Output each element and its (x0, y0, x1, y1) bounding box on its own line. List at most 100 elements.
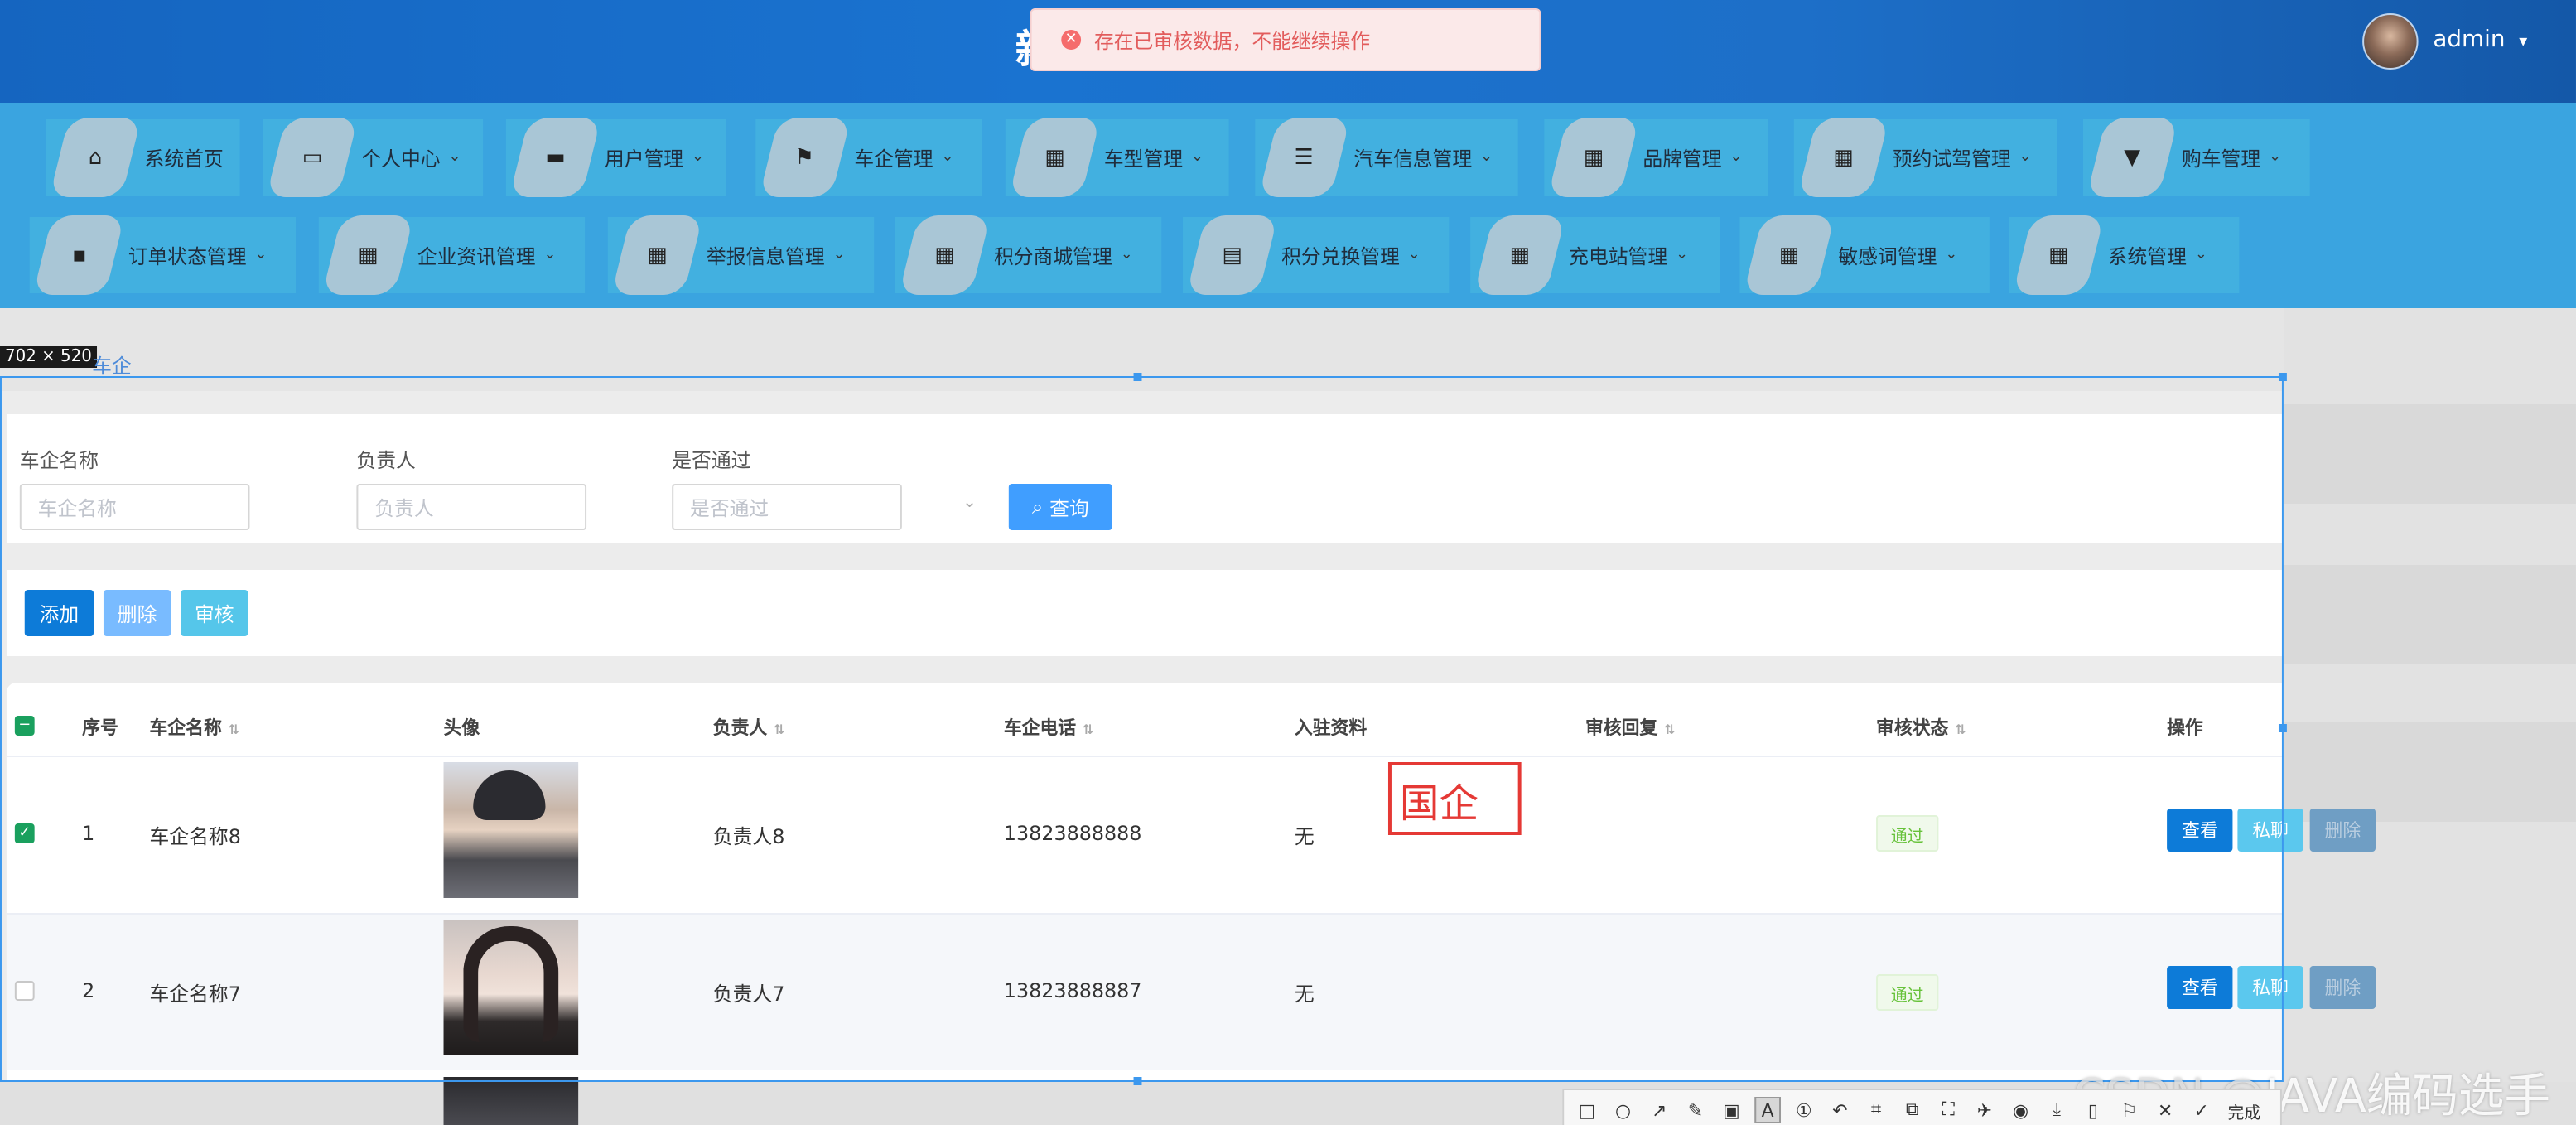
scan-icon[interactable]: ⛶ (1935, 1097, 1961, 1123)
text-tool-icon[interactable]: A (1754, 1097, 1782, 1123)
nav-icon-box: ☰ (1258, 118, 1351, 197)
phone-icon[interactable]: ▯ (2080, 1097, 2106, 1123)
menu-icon: ▦ (1509, 243, 1530, 268)
ocr-icon[interactable]: ⧉ (1899, 1097, 1926, 1123)
error-alert: ✕ 存在已审核数据，不能继续操作 (1030, 8, 1541, 71)
dim-stripe (2283, 565, 2576, 664)
user-menu[interactable]: admin ▾ (2433, 27, 2527, 53)
done-label[interactable]: 完成 (2227, 1098, 2260, 1123)
chevron-down-icon: ⌄ (1407, 247, 1421, 263)
nav-icon-box: ▪ (32, 215, 125, 295)
avatar[interactable] (2362, 13, 2419, 70)
user-name: admin (2433, 27, 2506, 53)
resize-handle[interactable] (2278, 373, 2287, 381)
nav-icon-box: ⚑ (759, 118, 851, 197)
menu-icon: ▦ (647, 243, 668, 268)
nav-item-label: 车型管理 (1103, 147, 1184, 170)
nav-item-row1-1[interactable]: ▭ 个人中心 ⌄ (263, 118, 484, 197)
nav-item-row2-7[interactable]: ▦ 系统管理 ⌄ (2009, 215, 2240, 295)
nav-item-label: 预约试驾管理 (1892, 147, 2011, 170)
nav-item-row2-3[interactable]: ▦ 积分商城管理 ⌄ (895, 215, 1162, 295)
crop-icon[interactable]: ⌗ (1863, 1097, 1889, 1123)
pin-icon[interactable]: ✈ (1971, 1097, 1998, 1123)
dim-stripe (2283, 404, 2576, 504)
nav-item-label: 购车管理 (2181, 147, 2261, 170)
resize-handle[interactable] (1133, 373, 1142, 381)
nav-icon-box: ▦ (1547, 118, 1640, 197)
text-annotation[interactable]: 国企 (1387, 762, 1522, 835)
nav-item-label: 品牌管理 (1643, 147, 1722, 170)
bookmark-icon[interactable]: ⚐ (2116, 1097, 2143, 1123)
menu-icon: ▦ (934, 243, 955, 268)
chevron-down-icon: ⌄ (448, 149, 461, 166)
nav-item-label: 充电站管理 (1569, 244, 1668, 268)
menu-icon: ▭ (301, 145, 323, 170)
nav-item-row1-6[interactable]: ▦ 品牌管理 ⌄ (1544, 118, 1768, 197)
nav-icon-box: ▤ (1186, 215, 1279, 295)
nav-item-row2-2[interactable]: ▦ 举报信息管理 ⌄ (607, 215, 875, 295)
nav-item-label: 个人中心 (361, 147, 441, 170)
top-nav-menu: ⌂ 系统首页 ▭ 个人中心 ⌄ ▬ 用户管理 ⌄ ⚑ 车企管理 ⌄ ▦ 车型管理 ⌄ ☰ 汽车信息管理 ⌄ ▦ 品牌… (0, 103, 2576, 308)
rectangle-tool-icon[interactable]: □ (1574, 1097, 1600, 1123)
number-tool-icon[interactable]: ① (1791, 1097, 1817, 1123)
screenshot-selection-frame[interactable] (0, 376, 2284, 1082)
arrow-tool-icon[interactable]: ↗ (1646, 1097, 1672, 1123)
menu-icon: ⌂ (88, 145, 103, 170)
nav-icon-box: ▦ (610, 215, 703, 295)
nav-item-label: 系统首页 (144, 147, 224, 170)
nav-item-row1-0[interactable]: ⌂ 系统首页 (46, 118, 240, 197)
resize-handle[interactable] (2278, 724, 2287, 732)
nav-icon-box: ▼ (2086, 118, 2178, 197)
nav-item-row2-5[interactable]: ▦ 充电站管理 ⌄ (1470, 215, 1720, 295)
mosaic-tool-icon[interactable]: ▣ (1719, 1097, 1745, 1123)
download-icon[interactable]: ⤓ (2043, 1097, 2070, 1123)
nav-item-row1-7[interactable]: ▦ 预约试驾管理 ⌄ (1793, 118, 2057, 197)
avatar-image (443, 1077, 579, 1125)
record-icon[interactable]: ◉ (2008, 1097, 2034, 1123)
row-delete-button[interactable]: 删除 (2309, 966, 2376, 1009)
nav-icon-box: ▦ (321, 215, 414, 295)
nav-item-row1-8[interactable]: ▼ 购车管理 ⌄ (2082, 118, 2310, 197)
nav-item-label: 订单状态管理 (128, 244, 247, 268)
nav-icon-box: ▭ (266, 118, 359, 197)
menu-icon: ▦ (1778, 243, 1800, 268)
row-delete-button[interactable]: 删除 (2309, 809, 2376, 852)
ellipse-tool-icon[interactable]: ○ (1610, 1097, 1637, 1123)
nav-icon-box: ▬ (509, 118, 601, 197)
nav-icon-box: ▦ (1743, 215, 1836, 295)
check-icon[interactable]: ✓ (2188, 1097, 2215, 1123)
nav-item-row2-1[interactable]: ▦ 企业资讯管理 ⌄ (318, 215, 586, 295)
breadcrumb[interactable]: 车企 (92, 351, 132, 379)
menu-icon: ⚑ (795, 145, 815, 170)
nav-item-label: 举报信息管理 (706, 244, 825, 268)
close-circle-icon: ✕ (1061, 30, 1082, 50)
nav-item-row2-4[interactable]: ▤ 积分兑换管理 ⌄ (1183, 215, 1450, 295)
menu-icon: ▪ (71, 243, 86, 268)
chevron-down-icon: ⌄ (2194, 247, 2207, 263)
nav-item-row1-3[interactable]: ⚑ 车企管理 ⌄ (755, 118, 983, 197)
nav-item-row2-0[interactable]: ▪ 订单状态管理 ⌄ (29, 215, 297, 295)
menu-icon: ▤ (1222, 243, 1242, 268)
pen-tool-icon[interactable]: ✎ (1682, 1097, 1709, 1123)
chevron-down-icon: ⌄ (2269, 149, 2282, 166)
resize-handle[interactable] (1133, 1077, 1142, 1085)
nav-item-row2-6[interactable]: ▦ 敏感词管理 ⌄ (1739, 215, 1990, 295)
nav-icon-box: ▦ (1474, 215, 1566, 295)
chevron-down-icon: ⌄ (1676, 247, 1689, 263)
chevron-down-icon: ⌄ (1945, 247, 1958, 263)
menu-icon: ▬ (545, 145, 566, 170)
close-icon[interactable]: ✕ (2152, 1097, 2178, 1123)
chevron-down-icon: ⌄ (1190, 149, 1204, 166)
chevron-down-icon: ⌄ (1480, 149, 1493, 166)
undo-icon[interactable]: ↶ (1827, 1097, 1854, 1123)
dim-stripe (2283, 722, 2576, 822)
nav-item-label: 车企管理 (854, 147, 933, 170)
nav-item-row1-4[interactable]: ▦ 车型管理 ⌄ (1005, 118, 1229, 197)
menu-icon: ▦ (1833, 145, 1854, 170)
alert-message: 存在已审核数据，不能继续操作 (1093, 29, 1371, 52)
selection-size-label: 702 × 520 (0, 346, 97, 368)
nav-item-row1-5[interactable]: ☰ 汽车信息管理 ⌄ (1255, 118, 1518, 197)
nav-item-label: 系统管理 (2107, 244, 2187, 268)
nav-item-row1-2[interactable]: ▬ 用户管理 ⌄ (505, 118, 726, 197)
nav-item-label: 敏感词管理 (1838, 244, 1937, 268)
